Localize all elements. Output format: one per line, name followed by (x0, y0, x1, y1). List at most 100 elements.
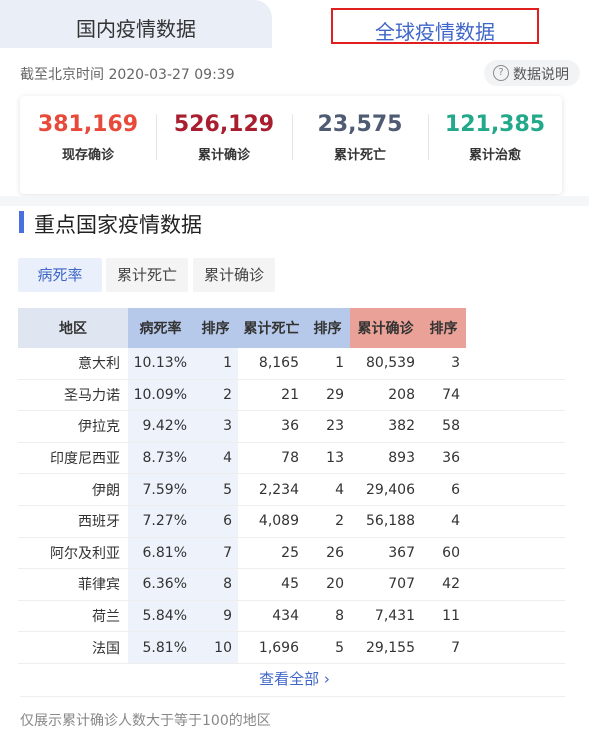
cell-total-deaths: 8,165 (238, 348, 305, 380)
cell-rank: 5 (305, 631, 350, 664)
section-accent-bar (19, 211, 24, 233)
table-row[interactable]: 西班牙 7.27% 6 4,089 2 56,188 4 (18, 505, 565, 538)
table-row[interactable]: 法国 5.81% 10 1,696 5 29,155 7 (18, 631, 565, 664)
cell-rank: 6 (193, 505, 238, 538)
cell-total-deaths: 21 (238, 379, 305, 412)
cell-spacer (466, 600, 565, 633)
tab-domestic-label: 国内疫情数据 (76, 17, 196, 41)
col-header-total-deaths[interactable]: 累计死亡 (238, 308, 305, 348)
cell-total-confirmed: 208 (350, 379, 421, 412)
table-row[interactable]: 圣马力诺 10.09% 2 21 29 208 74 (18, 379, 565, 412)
stat-label: 累计确诊 (197, 148, 250, 163)
cell-total-deaths: 1,696 (238, 631, 305, 664)
col-header-rank[interactable]: 排序 (305, 308, 350, 348)
stat-label: 现存确诊 (61, 148, 114, 163)
table-row[interactable]: 印度尼西亚 8.73% 4 78 13 893 36 (18, 442, 565, 475)
col-header-spacer (466, 308, 565, 348)
cell-total-confirmed: 7,431 (350, 600, 421, 633)
table-row[interactable]: 伊拉克 9.42% 3 36 23 382 58 (18, 410, 565, 443)
cell-total-deaths: 434 (238, 600, 305, 633)
table-row[interactable]: 菲律宾 6.36% 8 45 20 707 42 (18, 568, 565, 601)
data-explain-button[interactable]: ? 数据说明 (484, 60, 580, 86)
cell-rank: 8 (305, 600, 350, 633)
cell-region: 圣马力诺 (18, 379, 128, 412)
section-divider-band (0, 196, 589, 206)
stat-value: 381,169 (37, 112, 139, 137)
cell-total-deaths: 25 (238, 537, 305, 570)
view-all-link[interactable]: 查看全部 › (0, 668, 589, 689)
cell-fatality-rate: 5.84% (128, 600, 193, 633)
cell-rank: 11 (421, 600, 466, 633)
cell-fatality-rate: 8.73% (128, 442, 193, 475)
table-row[interactable]: 伊朗 7.59% 5 2,234 4 29,406 6 (18, 473, 565, 506)
cell-spacer (466, 568, 565, 601)
tab-global[interactable]: 全球疫情数据 (331, 8, 539, 44)
stat-total-deaths: 23,575 累计死亡 (292, 96, 428, 194)
cell-region: 意大利 (18, 348, 128, 380)
cell-spacer (466, 379, 565, 412)
cell-rank: 5 (193, 473, 238, 506)
col-header-fatality-rate[interactable]: 病死率 (128, 308, 193, 348)
cell-rank: 23 (305, 410, 350, 443)
cell-region: 菲律宾 (18, 568, 128, 601)
cell-rank: 7 (193, 537, 238, 570)
cell-total-confirmed: 893 (350, 442, 421, 475)
region-tabs: 国内疫情数据 全球疫情数据 (0, 0, 589, 52)
footer-divider (20, 696, 565, 697)
tab-global-label: 全球疫情数据 (375, 20, 495, 44)
cell-rank: 2 (305, 505, 350, 538)
cell-spacer (466, 631, 565, 664)
question-icon: ? (493, 65, 509, 81)
cell-rank: 7 (421, 631, 466, 664)
country-data-table: 地区 病死率 排序 累计死亡 排序 累计确诊 排序 意大利 10.13% 1 8… (18, 308, 565, 664)
cell-total-confirmed: 80,539 (350, 348, 421, 380)
col-header-region[interactable]: 地区 (18, 308, 128, 348)
footer-note: 仅展示累计确诊人数大于等于100的地区 (20, 713, 271, 729)
cell-fatality-rate: 6.81% (128, 537, 193, 570)
filter-tab-fatality-rate[interactable]: 病死率 (18, 258, 102, 292)
cell-total-deaths: 2,234 (238, 473, 305, 506)
cell-rank: 20 (305, 568, 350, 601)
cell-spacer (466, 442, 565, 475)
cell-spacer (466, 410, 565, 443)
col-header-rank[interactable]: 排序 (421, 308, 466, 348)
table-row[interactable]: 意大利 10.13% 1 8,165 1 80,539 3 (18, 348, 565, 380)
cell-spacer (466, 505, 565, 538)
cell-region: 西班牙 (18, 505, 128, 538)
cell-region: 荷兰 (18, 600, 128, 633)
cell-total-confirmed: 367 (350, 537, 421, 570)
cell-rank: 13 (305, 442, 350, 475)
stat-label: 累计治愈 (468, 148, 521, 163)
cell-rank: 3 (193, 410, 238, 443)
cell-region: 法国 (18, 631, 128, 664)
cell-region: 阿尔及利亚 (18, 537, 128, 570)
cell-rank: 4 (421, 505, 466, 538)
cell-fatality-rate: 7.59% (128, 473, 193, 506)
cell-fatality-rate: 10.09% (128, 379, 193, 412)
cell-fatality-rate: 7.27% (128, 505, 193, 538)
cell-rank: 3 (421, 348, 466, 380)
summary-stats-card: 381,169 现存确诊 526,129 累计确诊 23,575 累计死亡 12… (20, 96, 562, 194)
stat-total-recovered: 121,385 累计治愈 (428, 96, 562, 194)
cell-total-deaths: 78 (238, 442, 305, 475)
col-header-total-confirmed[interactable]: 累计确诊 (350, 308, 421, 348)
cell-rank: 74 (421, 379, 466, 412)
tab-domestic[interactable]: 国内疫情数据 (0, 0, 272, 48)
cell-rank: 6 (421, 473, 466, 506)
data-explain-label: 数据说明 (513, 67, 569, 83)
section-title: 重点国家疫情数据 (34, 213, 202, 237)
table-row[interactable]: 阿尔及利亚 6.81% 7 25 26 367 60 (18, 537, 565, 570)
cell-total-deaths: 45 (238, 568, 305, 601)
cell-rank: 36 (421, 442, 466, 475)
cell-total-confirmed: 29,155 (350, 631, 421, 664)
cell-rank: 4 (193, 442, 238, 475)
col-header-rank[interactable]: 排序 (193, 308, 238, 348)
table-row[interactable]: 荷兰 5.84% 9 434 8 7,431 11 (18, 600, 565, 633)
cell-spacer (466, 473, 565, 506)
filter-tab-total-deaths[interactable]: 累计死亡 (106, 258, 188, 292)
stat-label: 累计死亡 (333, 148, 386, 163)
filter-tab-total-confirmed[interactable]: 累计确诊 (193, 258, 275, 292)
stat-total-confirmed: 526,129 累计确诊 (156, 96, 292, 194)
cell-rank: 58 (421, 410, 466, 443)
cell-rank: 2 (193, 379, 238, 412)
